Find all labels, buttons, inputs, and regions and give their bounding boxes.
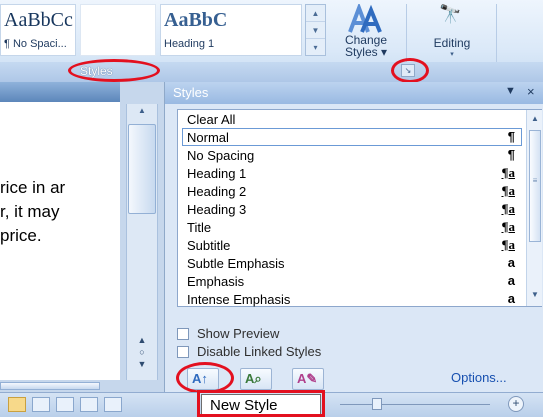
character-style-icon: a — [507, 291, 515, 306]
style-item-label: Normal — [187, 130, 229, 145]
chevron-down-icon: ▾ — [450, 51, 454, 58]
close-icon[interactable]: × — [527, 84, 535, 99]
zoom-slider-thumb[interactable] — [372, 398, 382, 410]
checkbox-box[interactable] — [177, 346, 189, 358]
gallery-more-icon[interactable]: ▾ — [306, 39, 325, 56]
document-line: rice in ar — [0, 178, 66, 197]
document-horizontal-scrollbar[interactable] — [0, 380, 164, 392]
linked-style-icon: ¶a — [501, 201, 515, 216]
scroll-up-icon[interactable]: ▲ — [128, 106, 156, 116]
style-gallery-slot[interactable] — [80, 4, 156, 56]
gallery-scroll[interactable]: ▲ ▼ ▾ — [305, 4, 326, 56]
web-layout-view-icon[interactable] — [56, 397, 74, 412]
manage-styles-button[interactable]: A✎ — [292, 368, 324, 390]
style-item-subtle-emphasis[interactable]: Subtle Emphasis a — [182, 254, 522, 272]
gallery-scroll-up-icon[interactable]: ▲ — [306, 5, 325, 22]
zoom-in-button[interactable]: + — [508, 396, 524, 412]
style-gallery-heading-1[interactable]: AaBbC Heading 1 — [160, 4, 302, 56]
style-item-label: Heading 1 — [187, 166, 247, 181]
style-item-label: No Spacing — [187, 148, 255, 163]
annotation-circle-launcher — [391, 58, 429, 83]
gallery-style-name: Heading 1 — [164, 38, 215, 50]
style-item-heading-2[interactable]: Heading 2 ¶a — [182, 182, 522, 200]
document-text: rice in ar r, it may price. — [0, 176, 120, 248]
gallery-sample-text: AaBbC — [164, 9, 228, 31]
change-styles-icon — [348, 4, 382, 33]
style-item-no-spacing[interactable]: No Spacing ¶ — [182, 146, 522, 164]
scroll-up-icon[interactable]: ▲ — [527, 114, 543, 123]
style-item-label: Heading 2 — [187, 184, 247, 199]
annotation-circle-styles-label — [68, 59, 160, 82]
style-item-label: Emphasis — [187, 274, 245, 289]
linked-style-icon: ¶a — [501, 183, 515, 198]
paragraph-style-icon: ¶ — [507, 129, 515, 144]
gallery-sample-text: AaBbCc — [4, 9, 73, 31]
chevron-down-icon: ▾ — [381, 45, 388, 59]
next-page-icon[interactable]: ▼ — [136, 358, 148, 370]
show-preview-label: Show Preview — [197, 326, 280, 341]
scroll-thumb[interactable] — [0, 382, 100, 390]
styles-pane-header: Styles ▼ × — [165, 82, 543, 104]
pane-menu-icon[interactable]: ▼ — [505, 85, 516, 97]
character-style-icon: a — [507, 255, 515, 270]
style-item-subtitle[interactable]: Subtitle ¶a — [182, 236, 522, 254]
binoculars-icon: 🔭 — [439, 4, 462, 24]
linked-style-icon: ¶a — [501, 219, 515, 234]
styles-pane: Styles ▼ × Clear All Normal ¶ No Spacing… — [164, 82, 543, 392]
gallery-style-name: ¶ No Spaci... — [4, 38, 67, 50]
style-item-normal[interactable]: Normal ¶ — [182, 128, 522, 146]
outline-view-icon[interactable] — [80, 397, 98, 412]
linked-style-icon: ¶a — [501, 237, 515, 252]
manage-styles-icon: A✎ — [297, 371, 318, 386]
change-styles-button[interactable]: Change Styles ▾ — [332, 2, 400, 62]
character-style-icon: a — [507, 273, 515, 288]
styles-pane-title: Styles — [173, 85, 209, 100]
style-item-label: Heading 3 — [187, 202, 247, 217]
zoom-slider-track[interactable] — [340, 404, 490, 405]
style-item-emphasis[interactable]: Emphasis a — [182, 272, 522, 290]
style-item-label: Subtle Emphasis — [187, 256, 285, 271]
document-header — [0, 82, 120, 102]
style-inspector-icon: A⌕ — [245, 371, 262, 386]
document-line: price. — [0, 226, 42, 245]
style-item-label: Clear All — [187, 112, 236, 127]
change-styles-label: Change Styles ▾ — [344, 33, 388, 59]
style-item-title[interactable]: Title ¶a — [182, 218, 522, 236]
style-item-heading-3[interactable]: Heading 3 ¶a — [182, 200, 522, 218]
print-layout-view-icon[interactable] — [8, 397, 26, 412]
scroll-thumb[interactable] — [529, 130, 541, 242]
linked-style-icon: ¶a — [501, 165, 515, 180]
style-inspector-button[interactable]: A⌕ — [240, 368, 272, 390]
document-vertical-scrollbar[interactable]: ▲ ▲ ○ ▼ — [120, 82, 164, 404]
editing-button[interactable]: 🔭 Editing ▾ — [413, 2, 491, 62]
style-item-label: Intense Emphasis — [187, 292, 291, 307]
style-list-scrollbar[interactable]: ▲ ≡ ▼ — [526, 110, 542, 306]
document-line: r, it may — [0, 202, 60, 221]
scroll-thumb[interactable] — [128, 124, 156, 214]
browse-object-icon[interactable]: ○ — [136, 346, 148, 358]
style-item-label: Title — [187, 220, 212, 235]
editing-label: Editing — [433, 36, 471, 50]
scroll-grip-icon: ≡ — [532, 176, 538, 185]
disable-linked-styles-label: Disable Linked Styles — [197, 344, 322, 359]
previous-page-icon[interactable]: ▲ — [136, 334, 148, 346]
style-list: Clear All Normal ¶ No Spacing ¶ Heading … — [177, 109, 542, 307]
style-gallery-no-spacing[interactable]: AaBbCc ¶ No Spaci... — [0, 4, 76, 56]
annotation-box-new-style — [197, 390, 325, 417]
style-item-label: Subtitle — [187, 238, 231, 253]
checkbox-box[interactable] — [177, 328, 189, 340]
style-item-clear-all[interactable]: Clear All — [182, 110, 522, 128]
draft-view-icon[interactable] — [104, 397, 122, 412]
gallery-scroll-down-icon[interactable]: ▼ — [306, 22, 325, 39]
options-link[interactable]: Options... — [451, 370, 507, 385]
paragraph-style-icon: ¶ — [507, 147, 515, 162]
style-item-intense-emphasis[interactable]: Intense Emphasis a — [182, 290, 522, 308]
scroll-down-icon[interactable]: ▼ — [527, 290, 543, 299]
browse-object-controls[interactable]: ▲ ○ ▼ — [136, 334, 148, 370]
full-screen-reading-view-icon[interactable] — [32, 397, 50, 412]
style-item-heading-1[interactable]: Heading 1 ¶a — [182, 164, 522, 182]
